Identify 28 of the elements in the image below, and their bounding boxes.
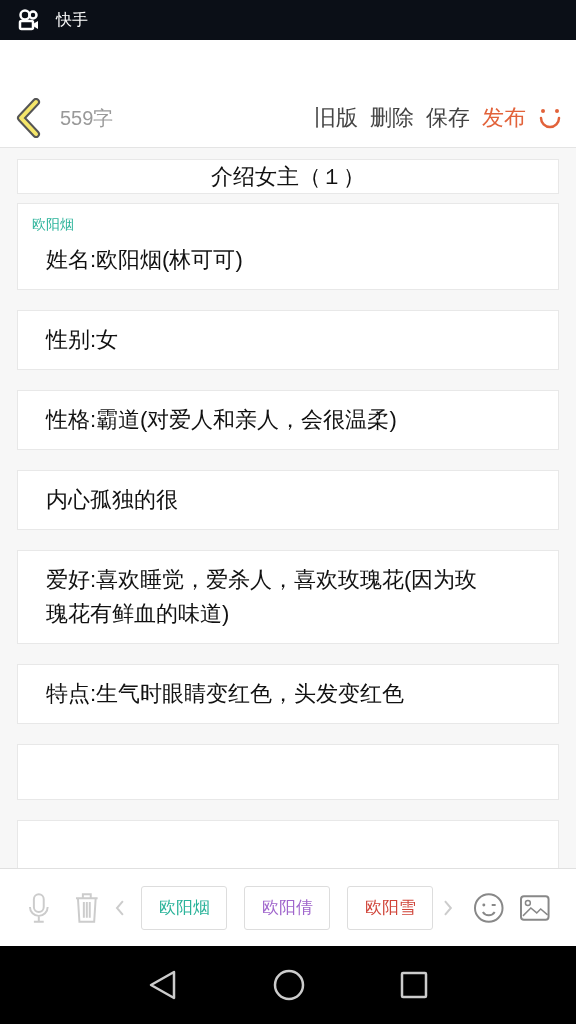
paragraph-card[interactable]: 欧阳烟 姓名:欧阳烟(林可可)	[17, 203, 559, 290]
app-name: 快手	[56, 10, 88, 30]
smiley-icon[interactable]	[472, 891, 505, 924]
word-count: 559字	[60, 105, 114, 131]
paragraph-card[interactable]: 性格:霸道(对爱人和亲人，会很温柔)	[17, 390, 559, 450]
paragraph-text: 性格:霸道(对爱人和亲人，会很温柔)	[46, 406, 398, 434]
image-icon[interactable]	[520, 894, 550, 921]
header-action-button[interactable]: 删除	[370, 101, 414, 134]
paragraph-text: 爱好:喜欢睡觉，爱杀人，喜欢玫瑰花(因为玫瑰花有鲜血的味道)	[46, 566, 479, 628]
chapter-title[interactable]: 介绍女主（１）	[211, 160, 365, 193]
header-action-button[interactable]: 旧版	[314, 101, 358, 134]
recent-apps-icon[interactable]	[400, 971, 429, 999]
paragraph-text: 内心孤独的很	[46, 486, 179, 514]
paragraph-card[interactable]: 爱好:喜欢睡觉，爱杀人，喜欢玫瑰花(因为玫瑰花有鲜血的味道)	[17, 550, 559, 644]
home-icon[interactable]	[273, 969, 305, 1001]
header-action-button[interactable]: 保存	[426, 101, 470, 134]
back-nav-icon[interactable]	[147, 969, 178, 1001]
paragraph-text: 性别:女	[46, 326, 120, 354]
back-icon	[16, 97, 42, 138]
character-chip[interactable]: 欧阳倩	[244, 885, 331, 930]
speaker-tag: 欧阳烟	[32, 214, 74, 235]
paragraph-card[interactable]: 内心孤独的很	[17, 470, 559, 530]
paragraph-text: 特点:生气时眼睛变红色，头发变红色	[46, 680, 406, 708]
paragraph-card[interactable]: 特点:生气时眼睛变红色，头发变红色	[17, 664, 559, 724]
paragraph-text: 姓名:欧阳烟(林可可)	[46, 246, 244, 274]
camera-icon	[18, 9, 40, 31]
character-chip[interactable]: 欧阳雪	[347, 885, 434, 930]
paragraph-card[interactable]: 性别:女	[17, 310, 559, 370]
